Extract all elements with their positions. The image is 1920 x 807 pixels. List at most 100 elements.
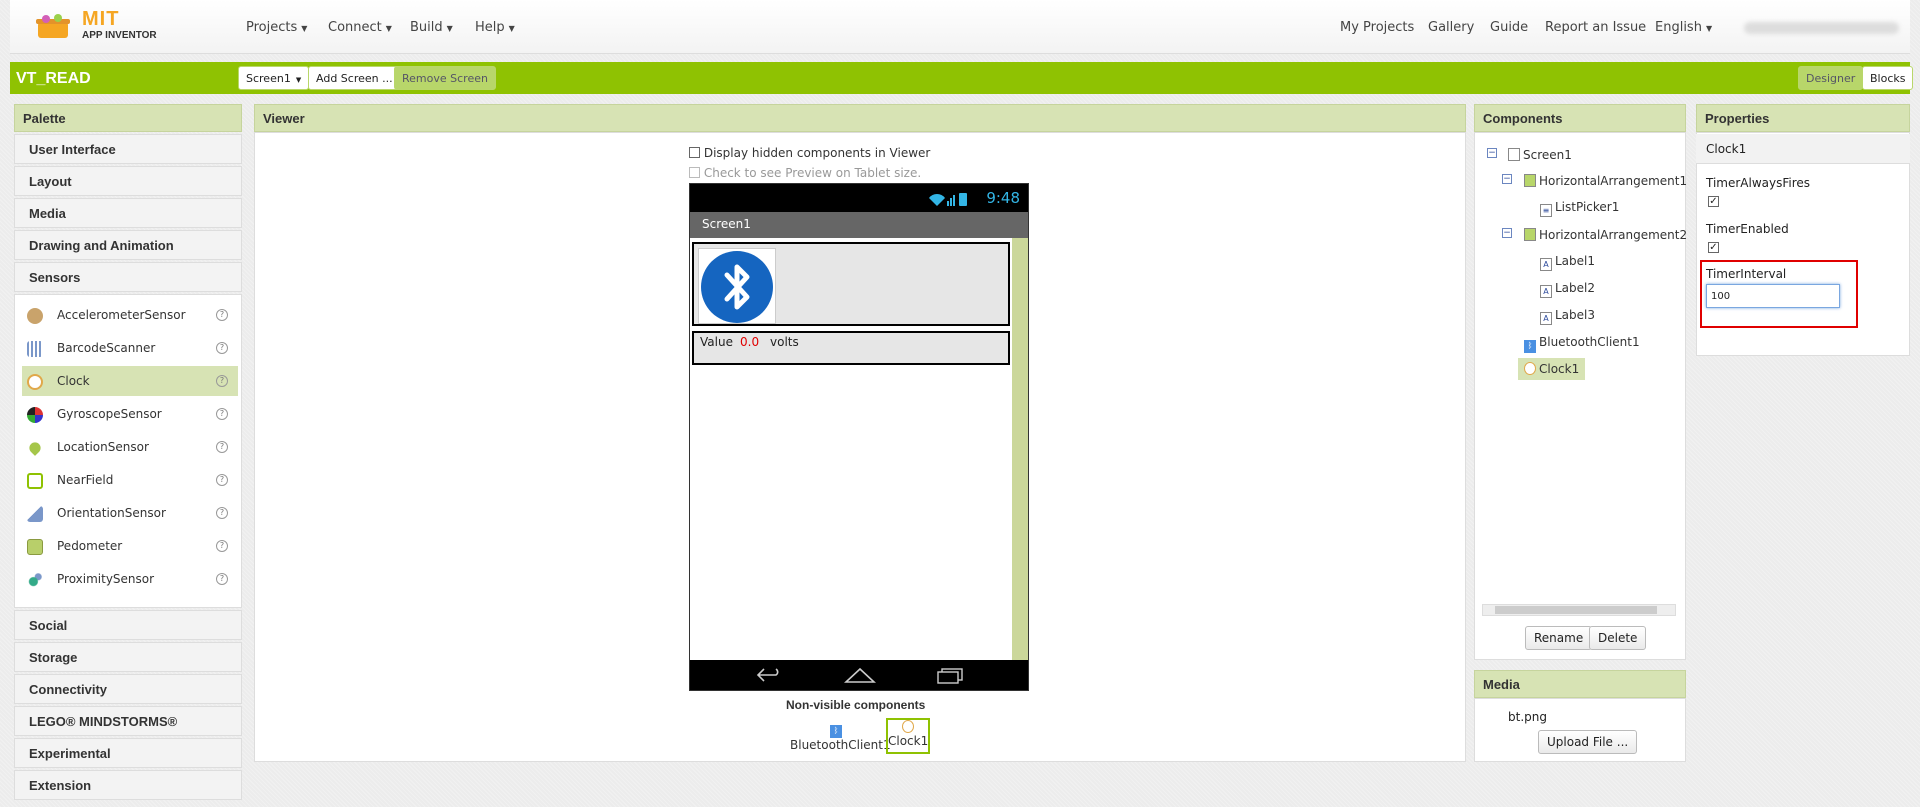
display-hidden-option[interactable]: Display hidden components in Viewer <box>689 146 930 160</box>
component-listpicker1[interactable]: ≡ ListPicker1 <box>1540 200 1619 217</box>
clock-icon <box>902 720 914 733</box>
viewer-header: Viewer <box>254 104 1466 132</box>
help-icon[interactable]: ? <box>216 309 228 321</box>
prop-timerenabled-checkbox[interactable]: ✓ <box>1708 242 1719 253</box>
component-horizontalarrangement1[interactable]: HorizontalArrangement1 <box>1524 174 1687 188</box>
menu-connect[interactable]: Connect ▼ <box>328 20 392 35</box>
menu-build[interactable]: Build ▼ <box>410 20 453 35</box>
help-icon[interactable]: ? <box>216 507 228 519</box>
palette-category-layout[interactable]: Layout <box>14 166 242 196</box>
component-label3[interactable]: A Label3 <box>1540 308 1595 325</box>
palette-item-accelerometer[interactable]: AccelerometerSensor? <box>22 300 238 330</box>
remove-screen-button[interactable]: Remove Screen <box>394 66 496 90</box>
palette-category-storage[interactable]: Storage <box>14 642 242 672</box>
help-icon[interactable]: ? <box>216 441 228 453</box>
component-screen1[interactable]: Screen1 <box>1508 148 1572 162</box>
palette-item-barcode[interactable]: BarcodeScanner? <box>22 333 238 363</box>
designer-button[interactable]: Designer <box>1798 66 1864 90</box>
help-icon[interactable]: ? <box>216 540 228 552</box>
link-report-issue[interactable]: Report an Issue <box>1545 20 1646 35</box>
app-inventor-logo[interactable]: MIT APP INVENTOR <box>36 6 176 48</box>
label-icon: A <box>1540 258 1552 271</box>
component-clock1[interactable]: Clock1 <box>1518 358 1586 380</box>
proximity-icon <box>27 572 43 588</box>
component-label1[interactable]: A Label1 <box>1540 254 1595 271</box>
home-icon[interactable] <box>844 666 876 684</box>
label3: volts <box>770 335 799 349</box>
menu-projects[interactable]: Projects ▼ <box>246 20 307 35</box>
language-menu[interactable]: English ▼ <box>1655 20 1712 35</box>
menu-label: Projects <box>246 20 298 35</box>
phone-scrollbar[interactable] <box>1012 238 1028 660</box>
prop-timerenabled-label: TimerEnabled <box>1706 222 1789 236</box>
link-guide[interactable]: Guide <box>1490 20 1528 35</box>
media-file[interactable]: bt.png <box>1508 710 1547 724</box>
help-icon[interactable]: ? <box>216 474 228 486</box>
palette-item-pedometer[interactable]: Pedometer? <box>22 531 238 561</box>
palette-item-nearfield[interactable]: NearField? <box>22 465 238 495</box>
orientation-icon <box>27 506 43 522</box>
component-label2[interactable]: A Label2 <box>1540 281 1595 298</box>
tablet-preview-checkbox[interactable] <box>689 167 700 178</box>
link-my-projects[interactable]: My Projects <box>1340 20 1414 35</box>
palette-category-user-interface[interactable]: User Interface <box>14 134 242 164</box>
palette-item-clock[interactable]: Clock? <box>22 366 238 396</box>
menu-help[interactable]: Help ▼ <box>475 20 515 35</box>
scrollbar-thumb[interactable] <box>1495 606 1657 614</box>
palette-category-media[interactable]: Media <box>14 198 242 228</box>
status-bar: 9:48 <box>690 184 1028 212</box>
palette-item-label: GyroscopeSensor <box>57 407 162 421</box>
palette-category-sensors[interactable]: Sensors <box>14 262 242 292</box>
arrangement-icon <box>1524 174 1536 187</box>
palette-item-orientation[interactable]: OrientationSensor? <box>22 498 238 528</box>
media-header: Media <box>1474 670 1686 698</box>
screen-select[interactable]: Screen1 ▼ <box>238 66 310 90</box>
accelerometer-icon <box>27 308 43 324</box>
upload-file-button[interactable]: Upload File ... <box>1538 730 1638 754</box>
component-horizontalarrangement2[interactable]: HorizontalArrangement2 <box>1524 228 1687 242</box>
palette-item-gyroscope[interactable]: GyroscopeSensor? <box>22 399 238 429</box>
label-icon: A <box>1540 285 1552 298</box>
collapse-icon[interactable]: − <box>1487 148 1497 158</box>
palette-category-social[interactable]: Social <box>14 610 242 640</box>
help-icon[interactable]: ? <box>216 573 228 585</box>
listpicker-bluetooth-button[interactable] <box>698 248 776 324</box>
tablet-preview-option[interactable]: Check to see Preview on Tablet size. <box>689 166 921 180</box>
horizontal-arrangement-2[interactable]: Value 0.0 volts <box>692 331 1010 365</box>
help-icon[interactable]: ? <box>216 375 228 387</box>
palette-category-connectivity[interactable]: Connectivity <box>14 674 242 704</box>
rename-button[interactable]: Rename <box>1525 626 1593 650</box>
blocks-button[interactable]: Blocks <box>1862 66 1914 90</box>
collapse-icon[interactable]: − <box>1502 174 1512 184</box>
components-hscrollbar[interactable] <box>1482 604 1676 616</box>
palette-category-extension[interactable]: Extension <box>14 770 242 800</box>
user-account-menu[interactable] <box>1744 22 1899 34</box>
help-icon[interactable]: ? <box>216 342 228 354</box>
palette-item-label: LocationSensor <box>57 440 149 454</box>
recent-apps-icon[interactable] <box>936 666 966 684</box>
help-icon[interactable]: ? <box>216 408 228 420</box>
palette-category-drawing[interactable]: Drawing and Animation <box>14 230 242 260</box>
back-icon[interactable] <box>756 666 784 684</box>
horizontal-arrangement-1[interactable] <box>692 242 1010 326</box>
prop-timerinterval-input[interactable] <box>1706 284 1840 308</box>
project-title: VT_READ <box>16 70 91 87</box>
palette-item-proximity[interactable]: ProximitySensor? <box>22 564 238 594</box>
nonvisible-label: Clock1 <box>888 734 929 748</box>
menu-label: Build <box>410 20 443 35</box>
palette-category-lego[interactable]: LEGO® MINDSTORMS® <box>14 706 242 736</box>
add-screen-button[interactable]: Add Screen ... <box>308 66 401 90</box>
nonvisible-bluetoothclient1[interactable]: ᛒ BluetoothClient1 <box>790 720 891 752</box>
palette-item-location[interactable]: LocationSensor? <box>22 432 238 462</box>
clock-icon <box>1524 362 1536 375</box>
prop-timeralwaysfires-checkbox[interactable]: ✓ <box>1708 196 1719 207</box>
nonvisible-clock1[interactable]: Clock1 <box>886 718 930 754</box>
listpicker-icon: ≡ <box>1540 204 1552 217</box>
palette-category-experimental[interactable]: Experimental <box>14 738 242 768</box>
bluetooth-icon: ᛒ <box>1524 340 1536 353</box>
display-hidden-checkbox[interactable] <box>689 147 700 158</box>
link-gallery[interactable]: Gallery <box>1428 20 1474 35</box>
delete-button[interactable]: Delete <box>1589 626 1647 650</box>
component-bluetoothclient1[interactable]: ᛒ BluetoothClient1 <box>1524 335 1640 353</box>
collapse-icon[interactable]: − <box>1502 228 1512 238</box>
